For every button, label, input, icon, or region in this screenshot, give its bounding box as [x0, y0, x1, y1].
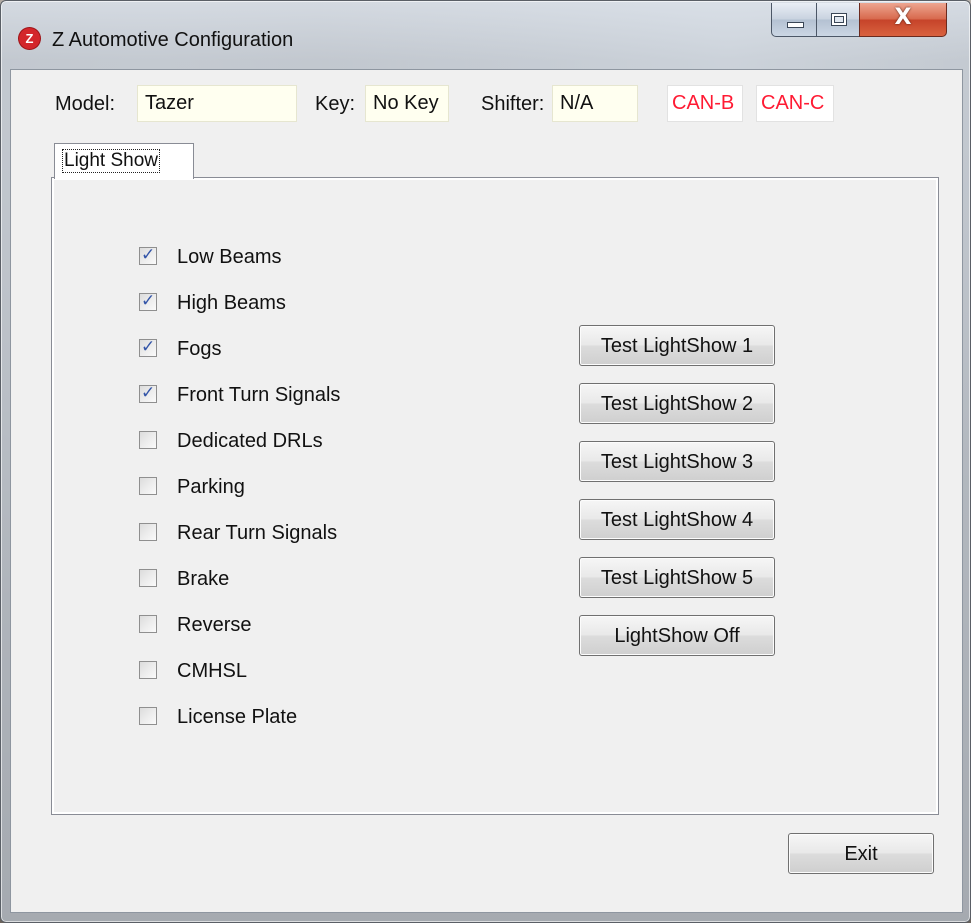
- checkbox-label: Brake: [177, 568, 230, 590]
- checkbox-label: Reverse: [177, 614, 252, 636]
- checkbox[interactable]: [139, 477, 157, 495]
- checkbox[interactable]: [139, 291, 157, 311]
- key-field[interactable]: No Key: [365, 85, 449, 122]
- checkbox[interactable]: [139, 615, 157, 633]
- test-lightshow-2-button[interactable]: Test LightShow 2: [579, 383, 775, 424]
- tab-label: Light Show: [61, 149, 161, 173]
- test-lightshow-4-button[interactable]: Test LightShow 4: [579, 499, 775, 540]
- checkbox[interactable]: [139, 523, 157, 541]
- shifter-field[interactable]: N/A: [552, 85, 638, 122]
- close-button[interactable]: X: [859, 3, 947, 37]
- can-c-status: CAN-C: [756, 85, 834, 122]
- tab-light-show[interactable]: Light Show: [54, 143, 194, 179]
- client-area: Model: Tazer Key: No Key Shifter: N/A CA…: [10, 69, 963, 913]
- checkbox-label: CMHSL: [177, 660, 248, 682]
- checkbox[interactable]: [139, 383, 157, 403]
- checkbox-label: Dedicated DRLs: [177, 430, 323, 452]
- model-label: Model:: [55, 93, 116, 115]
- checkbox[interactable]: [139, 245, 157, 265]
- key-label: Key:: [315, 93, 356, 115]
- light-show-panel: Low Beams High Beams Fogs Front Turn Signal…: [51, 177, 939, 815]
- checkbox[interactable]: [139, 431, 157, 449]
- checkbox-label: License Plate: [177, 706, 298, 728]
- checkbox-label: High Beams: [177, 292, 286, 314]
- checkbox[interactable]: [139, 569, 157, 587]
- close-icon: X: [894, 5, 912, 30]
- shifter-label: Shifter:: [481, 93, 545, 115]
- can-b-status: CAN-B: [667, 85, 743, 122]
- checkbox-label: Low Beams: [177, 246, 282, 268]
- lightshow-off-button[interactable]: LightShow Off: [579, 615, 775, 656]
- checkbox-label: Rear Turn Signals: [177, 522, 338, 544]
- checkbox[interactable]: [139, 661, 157, 679]
- minimize-button[interactable]: [771, 3, 817, 37]
- app-window: Z Z Automotive Configuration X Model: Ta…: [0, 0, 971, 923]
- maximize-button[interactable]: [816, 3, 860, 37]
- test-lightshow-3-button[interactable]: Test LightShow 3: [579, 441, 775, 482]
- window-controls: X: [771, 3, 961, 39]
- exit-button[interactable]: Exit: [788, 833, 934, 874]
- test-lightshow-5-button[interactable]: Test LightShow 5: [579, 557, 775, 598]
- checkbox-label: Parking: [177, 476, 245, 498]
- checkbox-label: Fogs: [177, 338, 222, 360]
- model-field[interactable]: Tazer: [137, 85, 297, 122]
- checkbox[interactable]: [139, 707, 157, 725]
- checkbox[interactable]: [139, 337, 157, 357]
- window-title: Z Automotive Configuration: [52, 29, 294, 51]
- checkbox-label: Front Turn Signals: [177, 384, 341, 406]
- test-lightshow-1-button[interactable]: Test LightShow 1: [579, 325, 775, 366]
- app-logo-icon: Z: [19, 28, 40, 49]
